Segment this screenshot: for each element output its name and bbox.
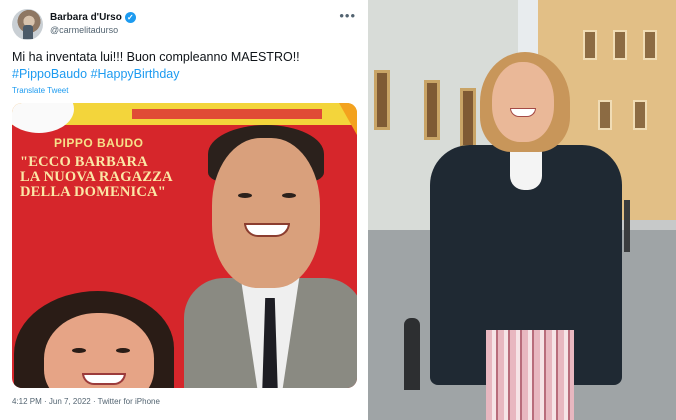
photo-bollard — [404, 318, 420, 390]
more-options-icon[interactable]: ••• — [339, 8, 356, 23]
woman-smile — [82, 373, 126, 385]
tweet-media-image[interactable]: PIPPO BAUDO "ECCO BARBARA LA NUOVA RAGAZ… — [12, 103, 357, 388]
hashtag-row: #PippoBaudo #HappyBirthday — [12, 66, 357, 83]
photo-window — [424, 80, 440, 140]
photo-window — [613, 30, 627, 60]
tweet-timestamp[interactable]: 4:12 PM · Jun 7, 2022 · Twitter for iPho… — [12, 397, 160, 406]
woman-eye — [116, 348, 130, 353]
cover-stripe — [132, 109, 322, 119]
photo-bollard — [624, 200, 630, 252]
hashtag-link[interactable]: #PippoBaudo — [12, 67, 87, 81]
translate-tweet-link[interactable]: Translate Tweet — [12, 86, 68, 95]
photo-window — [583, 30, 597, 60]
photo-tshirt — [510, 150, 542, 190]
cover-headline-line: "ECCO BARBARA — [20, 154, 148, 170]
cover-headline-line: LA NUOVA RAGAZZA — [20, 169, 173, 185]
cover-name-text: PIPPO BAUDO — [54, 136, 144, 150]
cover-headline: "ECCO BARBARA LA NUOVA RAGAZZA DELLA DOM… — [20, 155, 220, 200]
man-eye — [282, 193, 296, 198]
man-face — [212, 138, 320, 288]
photo-plaid-skirt — [486, 330, 574, 420]
street-photo — [368, 0, 676, 420]
photo-window — [633, 100, 647, 130]
photo-window — [598, 100, 612, 130]
man-eye — [238, 193, 252, 198]
tweet-text: Mi ha inventata lui!!! Buon compleanno M… — [12, 49, 357, 83]
hashtag-link[interactable]: #HappyBirthday — [91, 67, 180, 81]
tweet-card: Barbara d'Urso ✓ @carmelitadurso ••• Mi … — [0, 0, 364, 420]
photo-face — [492, 62, 554, 142]
woman-eye — [72, 348, 86, 353]
verified-badge-icon: ✓ — [124, 12, 136, 23]
cover-logo-shape — [12, 103, 74, 133]
avatar[interactable] — [12, 9, 43, 40]
photo-window — [643, 30, 657, 60]
author-handle[interactable]: @carmelitadurso — [50, 25, 118, 35]
author-name-row: Barbara d'Urso ✓ — [50, 12, 136, 23]
photo-window — [460, 88, 476, 148]
tweet-text-plain: Mi ha inventata lui!!! Buon compleanno M… — [12, 50, 300, 64]
cover-headline-line: DELLA DOMENICA" — [20, 184, 166, 200]
author-display-name[interactable]: Barbara d'Urso — [50, 12, 122, 23]
photo-window — [374, 70, 390, 130]
man-smile — [244, 223, 290, 237]
